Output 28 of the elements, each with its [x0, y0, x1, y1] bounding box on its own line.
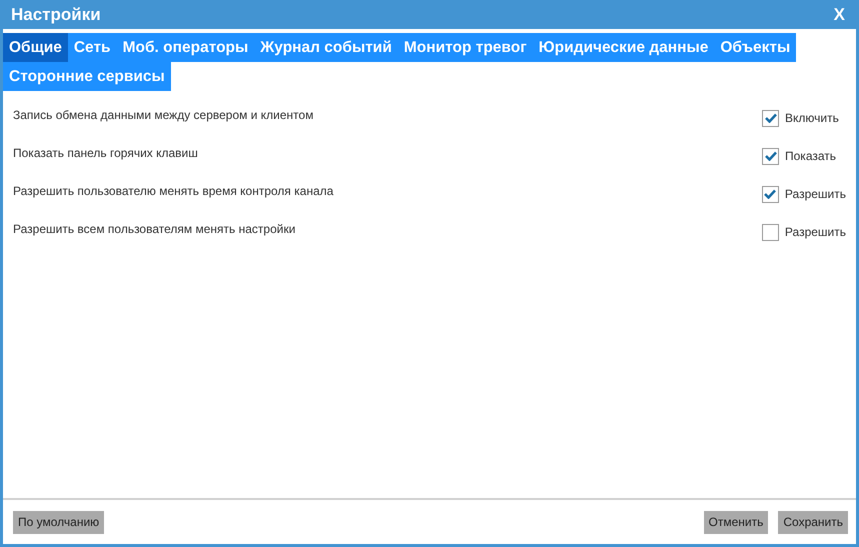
window-title: Настройки [11, 4, 101, 24]
setting-label: Разрешить пользователю менять время контроля канала [13, 184, 334, 198]
save-button[interactable]: Сохранить [778, 510, 848, 534]
checkbox-label: Включить [785, 111, 839, 125]
checkbox-label: Разрешить [784, 225, 846, 239]
cancel-button[interactable]: Отменить [704, 510, 768, 534]
tab[interactable]: Моб. операторы [116, 33, 254, 62]
tab[interactable]: Журнал событий [254, 33, 398, 62]
tab[interactable]: Юридические данные [532, 33, 714, 62]
checkbox[interactable] [762, 186, 779, 202]
setting-label: Показать панель горячих клавиш [13, 146, 198, 160]
tab[interactable]: Общие [3, 33, 68, 62]
default-button[interactable]: По умолчанию [13, 510, 104, 534]
checkmark-icon [764, 189, 776, 199]
tab[interactable]: Монитор тревог [398, 33, 533, 62]
checkbox[interactable] [762, 110, 779, 126]
checkbox[interactable] [762, 224, 779, 240]
checkbox-label: Показать [785, 149, 836, 163]
checkbox-label: Разрешить [784, 187, 846, 201]
checkmark-icon [764, 151, 776, 161]
checkbox[interactable] [762, 148, 779, 164]
checkmark-icon [764, 113, 776, 123]
close-button[interactable]: X [834, 4, 845, 24]
setting-label: Разрешить всем пользователям менять настройки [13, 222, 296, 236]
tab[interactable]: Сторонние сервисы [3, 62, 171, 91]
tab[interactable]: Сеть [68, 33, 117, 62]
tab[interactable]: Объекты [714, 33, 796, 62]
setting-label: Запись обмена данными между сервером и клиентом [13, 108, 314, 122]
